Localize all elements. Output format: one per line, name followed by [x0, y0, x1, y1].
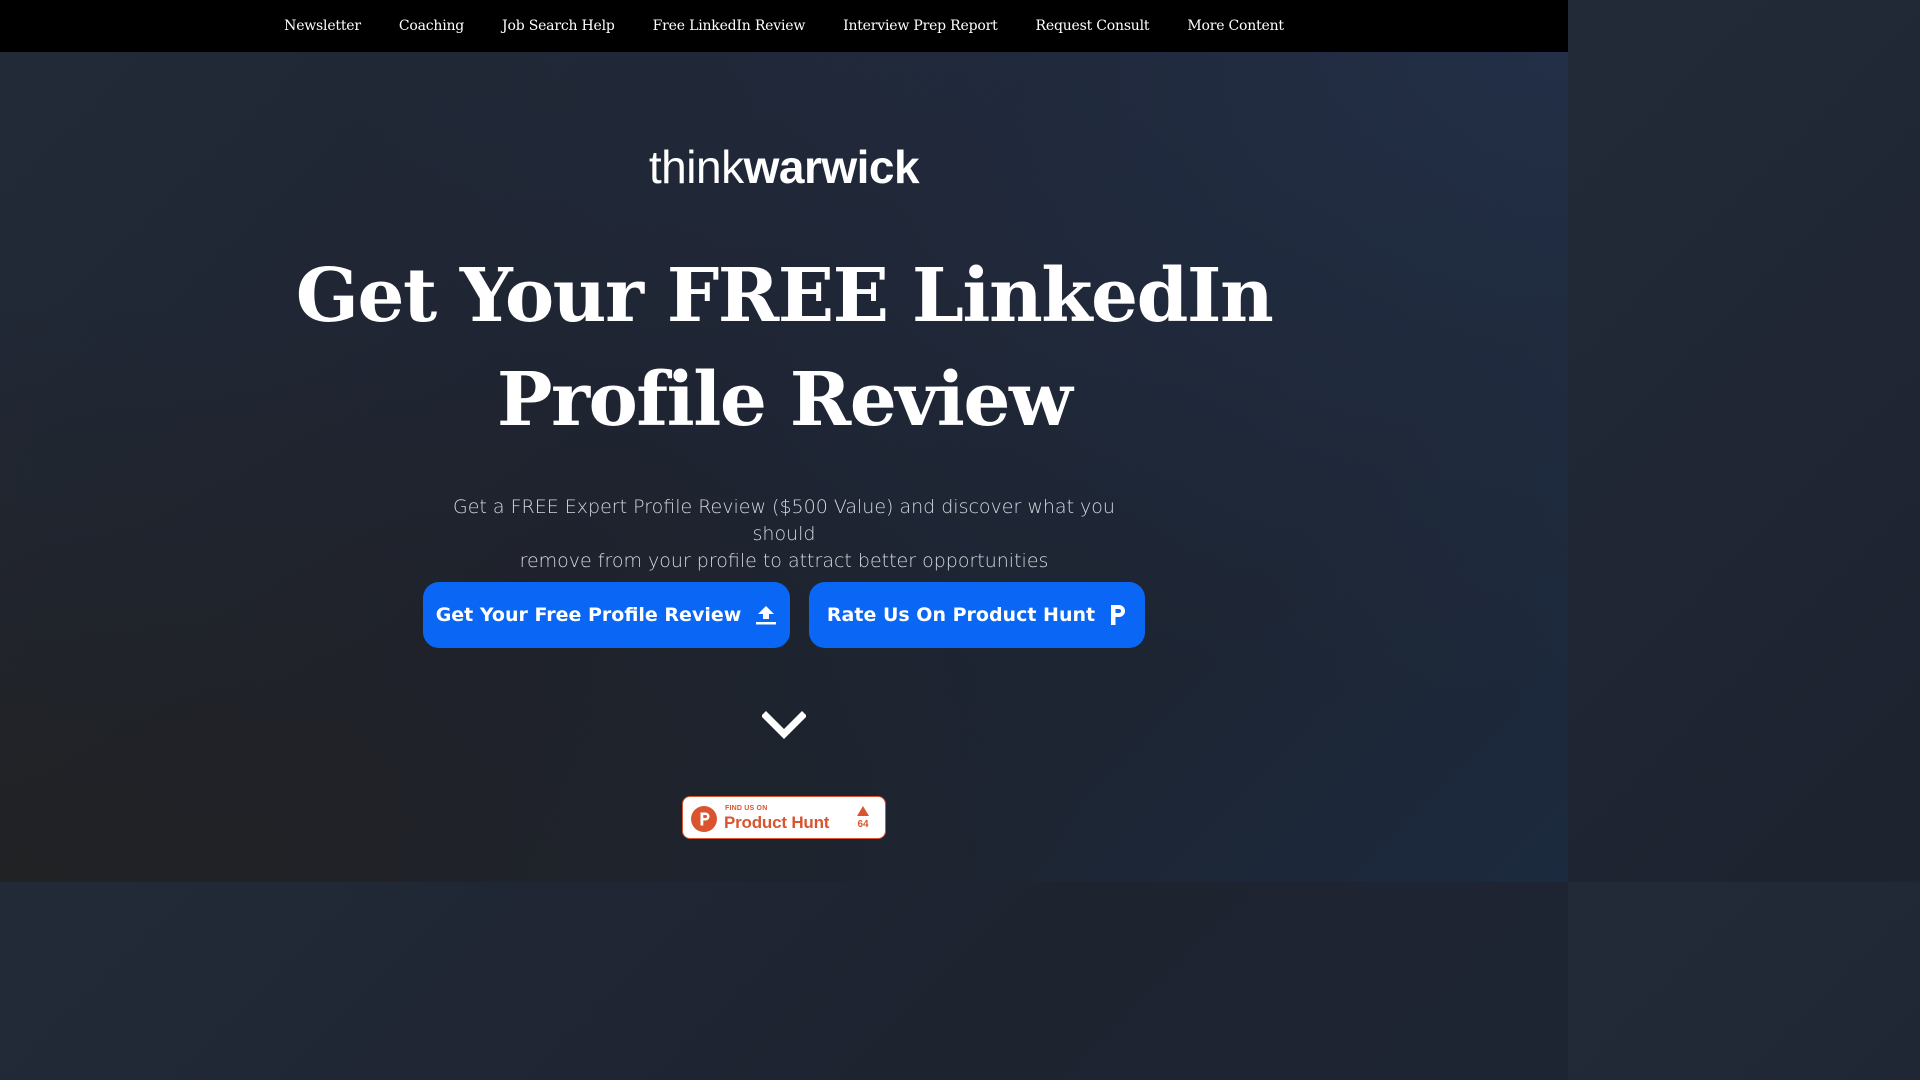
logo-think: think [648, 141, 744, 193]
badge-find-us-on: FIND US ON [725, 805, 768, 812]
chevron-down-icon[interactable] [761, 708, 807, 742]
nav-item-request-consult[interactable]: Request Consult [1017, 18, 1169, 34]
upload-icon [755, 604, 777, 626]
badge-vote-count: 64 [857, 819, 869, 830]
badge-product-hunt-text: Product Hunt [724, 813, 830, 832]
review-button-label: Get Your Free Profile Review [435, 604, 742, 626]
nav-item-free-linkedin-review[interactable]: Free LinkedIn Review [634, 18, 824, 34]
nav-item-coaching[interactable]: Coaching [380, 18, 483, 34]
subtext-line-1: Get a FREE Expert Profile Review ($500 V… [453, 496, 1115, 545]
product-hunt-button-label: Rate Us On Product Hunt [826, 604, 1096, 626]
nav-item-newsletter[interactable]: Newsletter [265, 18, 380, 34]
subtext-line-2: remove from your profile to attract bett… [519, 550, 1049, 572]
headline-line-1: Get Your FREE LinkedIn [295, 253, 1274, 339]
headline-line-2: Profile Review [496, 357, 1073, 443]
nav-item-interview-prep-report[interactable]: Interview Prep Report [824, 18, 1016, 34]
top-navigation: Newsletter Coaching Job Search Help Free… [0, 0, 1568, 52]
upvote-triangle-icon [857, 806, 869, 816]
product-hunt-p-icon [1109, 604, 1127, 626]
site-logo[interactable]: thinkwarwick [0, 140, 1568, 194]
product-hunt-logo-icon [691, 806, 717, 832]
hero-subtext: Get a FREE Expert Profile Review ($500 V… [434, 494, 1134, 575]
nav-list: Newsletter Coaching Job Search Help Free… [0, 0, 1568, 52]
nav-item-job-search-help[interactable]: Job Search Help [483, 18, 634, 34]
page-headline: Get Your FREE LinkedIn Profile Review [0, 244, 1568, 452]
logo-warwick: warwick [743, 141, 920, 193]
product-hunt-badge[interactable]: FIND US ON Product Hunt 64 [682, 796, 886, 839]
get-free-profile-review-button[interactable]: Get Your Free Profile Review [423, 582, 790, 648]
rate-us-on-product-hunt-button[interactable]: Rate Us On Product Hunt [809, 582, 1145, 648]
nav-item-more-content[interactable]: More Content [1168, 18, 1303, 34]
